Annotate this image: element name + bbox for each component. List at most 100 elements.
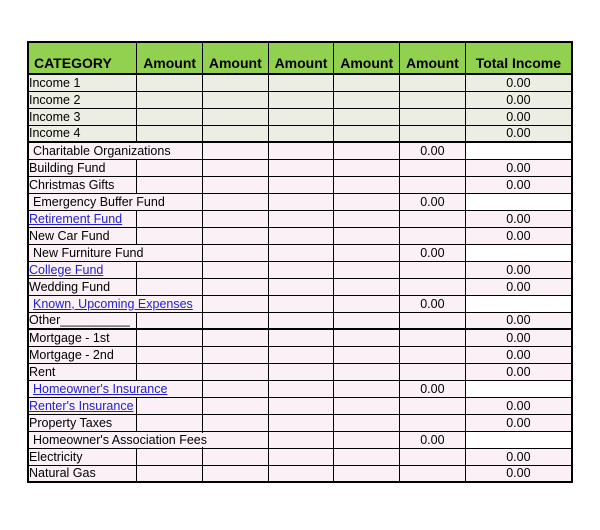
- amount-cell[interactable]: [267, 192, 335, 211]
- amount-cell[interactable]: [136, 124, 203, 143]
- amount-cell[interactable]: [267, 124, 335, 143]
- amount-cell[interactable]: [267, 379, 335, 398]
- amount-cell[interactable]: [267, 158, 335, 177]
- total-income-cell[interactable]: 0.00: [464, 328, 573, 347]
- amount-cell[interactable]: [333, 294, 401, 313]
- total-income-cell[interactable]: 0.00: [464, 345, 573, 364]
- amount-cell[interactable]: [201, 430, 269, 449]
- amount-cell[interactable]: [267, 345, 335, 364]
- category-cell[interactable]: Property Taxes: [27, 413, 138, 432]
- amount-cell[interactable]: [201, 379, 269, 398]
- amount-cell[interactable]: [267, 141, 335, 160]
- category-cell[interactable]: Emergency Buffer Fund: [27, 192, 168, 211]
- column-header-amount-1[interactable]: Amount: [136, 41, 203, 75]
- amount-cell[interactable]: [201, 413, 269, 432]
- amount-cell[interactable]: [333, 413, 401, 432]
- amount-cell[interactable]: [267, 260, 335, 279]
- total-income-cell[interactable]: 0.00: [464, 396, 573, 415]
- column-header-amount-3[interactable]: Amount: [267, 41, 335, 75]
- amount-cell[interactable]: [201, 158, 269, 177]
- category-cell[interactable]: Known, Upcoming Expenses: [27, 294, 196, 313]
- category-link[interactable]: Known, Upcoming Expenses: [33, 296, 196, 311]
- amount-cell[interactable]: [399, 345, 466, 364]
- category-link[interactable]: Retirement Fund: [29, 212, 122, 226]
- total-income-cell[interactable]: 0.00: [464, 362, 573, 381]
- amount-cell[interactable]: [333, 396, 401, 415]
- amount-cell[interactable]: [136, 226, 203, 245]
- category-cell[interactable]: New Car Fund: [27, 226, 138, 245]
- amount-cell[interactable]: [333, 124, 401, 143]
- amount-cell[interactable]: [333, 90, 401, 109]
- total-income-cell[interactable]: 0.00: [464, 226, 573, 245]
- category-cell[interactable]: Mortgage - 2nd: [27, 345, 138, 364]
- amount-cell[interactable]: [201, 447, 269, 466]
- total-income-cell[interactable]: 0.00: [464, 311, 573, 330]
- amount-cell[interactable]: [399, 413, 466, 432]
- amount-cell[interactable]: [333, 447, 401, 466]
- amount-cell[interactable]: [333, 362, 401, 381]
- amount-cell[interactable]: [267, 90, 335, 109]
- amount-cell[interactable]: [267, 311, 335, 330]
- amount-cell[interactable]: [136, 311, 203, 330]
- amount-cell[interactable]: [136, 90, 203, 109]
- amount-cell[interactable]: [267, 107, 335, 126]
- total-income-cell[interactable]: 0.00: [464, 158, 573, 177]
- category-cell[interactable]: Homeowner's Association Fees: [27, 430, 210, 449]
- amount-cell[interactable]: [267, 73, 335, 92]
- column-header-total-income[interactable]: Total Income: [464, 41, 573, 75]
- category-cell[interactable]: Homeowner's Insurance: [27, 379, 171, 398]
- amount-cell[interactable]: [267, 175, 335, 194]
- category-link[interactable]: Renter's Insurance: [29, 399, 134, 413]
- amount-cell[interactable]: [267, 209, 335, 228]
- category-cell[interactable]: Mortgage - 1st: [27, 328, 138, 347]
- amount-cell[interactable]: [201, 260, 269, 279]
- category-cell[interactable]: Rent: [27, 362, 138, 381]
- amount-cell[interactable]: [333, 328, 401, 347]
- amount-cell[interactable]: [333, 379, 401, 398]
- amount-cell[interactable]: [399, 328, 466, 347]
- amount-cell[interactable]: [201, 141, 269, 160]
- total-income-cell[interactable]: 0.00: [464, 124, 573, 143]
- category-cell[interactable]: Building Fund: [27, 158, 138, 177]
- category-cell[interactable]: Retirement Fund: [27, 209, 138, 228]
- amount-cell[interactable]: [136, 73, 203, 92]
- amount-cell[interactable]: [201, 226, 269, 245]
- amount-cell[interactable]: [399, 158, 466, 177]
- amount-cell[interactable]: [136, 243, 203, 262]
- amount-cell[interactable]: [399, 447, 466, 466]
- amount-cell[interactable]: [333, 175, 401, 194]
- amount-cell[interactable]: [201, 311, 269, 330]
- total-income-cell[interactable]: 0.00: [464, 73, 573, 92]
- amount-cell[interactable]: [333, 345, 401, 364]
- amount-cell[interactable]: [333, 226, 401, 245]
- amount-cell[interactable]: [201, 396, 269, 415]
- total-income-cell[interactable]: 0.00: [464, 107, 573, 126]
- total-income-cell[interactable]: 0.00: [399, 379, 466, 398]
- total-income-cell[interactable]: 0.00: [399, 294, 466, 313]
- amount-cell[interactable]: [201, 175, 269, 194]
- category-cell[interactable]: New Furniture Fund: [27, 243, 147, 262]
- category-cell[interactable]: Income 2: [27, 90, 138, 109]
- category-cell[interactable]: Charitable Organizations: [27, 141, 174, 160]
- amount-cell[interactable]: [399, 311, 466, 330]
- amount-cell[interactable]: [267, 447, 335, 466]
- amount-cell[interactable]: [399, 464, 466, 483]
- amount-cell[interactable]: [333, 73, 401, 92]
- amount-cell[interactable]: [399, 260, 466, 279]
- amount-cell[interactable]: [201, 464, 269, 483]
- amount-cell[interactable]: [136, 209, 203, 228]
- total-income-cell[interactable]: 0.00: [464, 209, 573, 228]
- total-income-cell[interactable]: 0.00: [464, 464, 573, 483]
- amount-cell[interactable]: [267, 243, 335, 262]
- amount-cell[interactable]: [136, 396, 203, 415]
- category-cell[interactable]: Renter's Insurance: [27, 396, 138, 415]
- amount-cell[interactable]: [136, 277, 203, 296]
- amount-cell[interactable]: [201, 345, 269, 364]
- total-income-cell[interactable]: 0.00: [464, 277, 573, 296]
- amount-cell[interactable]: [136, 464, 203, 483]
- column-header-amount-4[interactable]: Amount: [333, 41, 401, 75]
- amount-cell[interactable]: [136, 345, 203, 364]
- total-income-cell[interactable]: 0.00: [464, 413, 573, 432]
- amount-cell[interactable]: [399, 362, 466, 381]
- column-header-amount-2[interactable]: Amount: [201, 41, 269, 75]
